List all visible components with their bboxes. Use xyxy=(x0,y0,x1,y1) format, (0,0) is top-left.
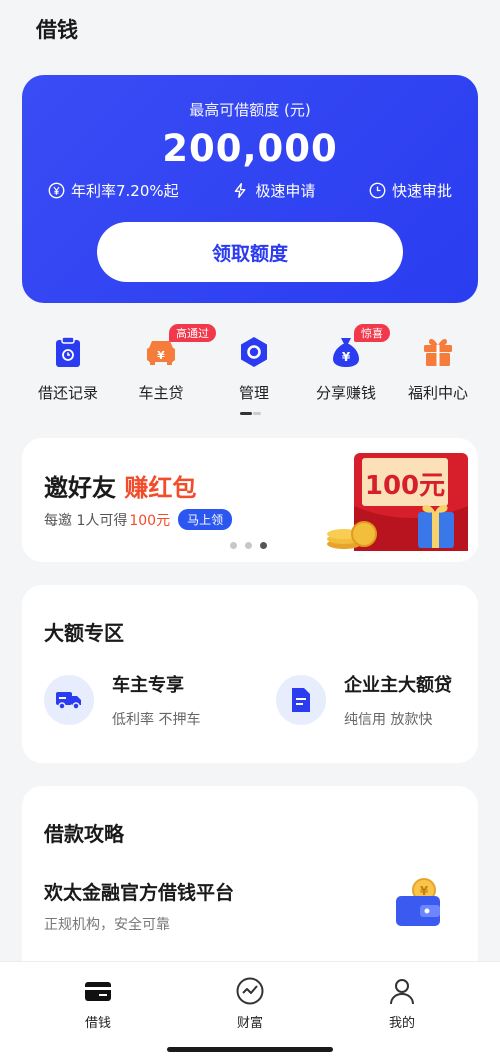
large-loan-section: 大额专区 车主专享 低利率 不押车 企业主大额贷 纯信用 放款快 xyxy=(22,585,478,763)
lightning-icon xyxy=(235,183,246,198)
tab-wealth[interactable]: 财富 xyxy=(200,976,300,1031)
quick-actions: 借还记录 ¥ 高通过 车主贷 管理 ¥ 惊喜 分享赚钱 福利中心 xyxy=(0,324,500,420)
home-indicator xyxy=(167,1047,333,1052)
clock-icon xyxy=(369,182,386,199)
section-title: 大额专区 xyxy=(44,621,124,645)
tab-mine[interactable]: 我的 xyxy=(352,976,452,1031)
red-envelope-illustration: 100元 xyxy=(327,453,468,551)
claim-now-button[interactable]: 马上领 xyxy=(178,509,233,530)
feature-rate-label: 年利率7.20%起 xyxy=(71,182,179,200)
hexagon-settings-icon xyxy=(236,334,272,370)
quick-label: 借还记录 xyxy=(37,384,98,402)
tab-label: 我的 xyxy=(388,1016,415,1031)
feature-fast-apply-label: 极速申请 xyxy=(255,182,316,200)
chart-circle-icon xyxy=(236,977,264,1005)
gift-icon xyxy=(420,334,456,370)
calendar-clipboard-icon xyxy=(50,334,86,370)
hero-features: 年利率7.20%起 极速申请 快速审批 xyxy=(48,180,452,201)
quick-item-manage[interactable]: 管理 xyxy=(204,330,304,403)
guide-item-title[interactable]: 欢太金融官方借钱平台 xyxy=(44,878,234,905)
credit-limit-label: 最高可借额度 (元) xyxy=(189,101,311,119)
quick-label: 管理 xyxy=(238,384,269,402)
svg-text:¥: ¥ xyxy=(157,349,165,362)
wallet-icon xyxy=(85,982,111,1001)
product-desc: 低利率 不押车 xyxy=(112,712,201,728)
claim-limit-button[interactable]: 领取额度 xyxy=(97,222,403,282)
product-name: 车主专享 xyxy=(112,675,184,696)
quick-label: 分享赚钱 xyxy=(315,384,376,402)
tab-label: 借钱 xyxy=(84,1016,111,1031)
tab-borrow[interactable]: 借钱 xyxy=(48,976,148,1031)
product-name: 企业主大额贷 xyxy=(344,675,452,696)
quick-item-share-earn[interactable]: ¥ 惊喜 分享赚钱 xyxy=(296,324,396,403)
quick-item-welfare-center[interactable]: 福利中心 xyxy=(388,330,488,403)
section-title: 借款攻略 xyxy=(44,822,124,846)
document-icon xyxy=(276,675,326,725)
envelope-amount: 100元 xyxy=(365,471,445,501)
product-car-owner[interactable]: 车主专享 低利率 不押车 xyxy=(44,675,200,729)
wallet-coin-icon: ¥ xyxy=(396,878,440,926)
svg-text:¥: ¥ xyxy=(342,350,351,364)
product-desc: 纯信用 放款快 xyxy=(344,712,433,728)
truck-icon xyxy=(44,675,94,725)
svg-text:¥: ¥ xyxy=(420,884,429,898)
credit-limit-card: 最高可借额度 (元) 200,000 年利率7.20%起 极速申请 快速审批 领… xyxy=(22,75,478,303)
surprise-badge: 惊喜 xyxy=(354,324,390,342)
credit-limit-amount: 200,000 xyxy=(162,127,338,170)
feature-fast-review-label: 快速审批 xyxy=(391,182,452,200)
quick-label: 车主贷 xyxy=(138,384,184,402)
invite-banner[interactable]: 邀好友 赚红包 每邀 1人可得 100元 马上领 100元 xyxy=(22,438,478,562)
profile-icon xyxy=(390,979,414,1005)
banner-pager xyxy=(230,542,267,549)
feature-fast-review: 快速审批 xyxy=(369,180,452,201)
product-business-owner[interactable]: 企业主大额贷 纯信用 放款快 xyxy=(276,675,452,729)
quick-item-car-loan[interactable]: ¥ 高通过 车主贷 xyxy=(111,324,216,403)
bottom-tab-bar: 借钱 财富 我的 xyxy=(0,961,500,1061)
page-title: 借钱 xyxy=(36,18,78,42)
guide-item-subtitle: 正规机构，安全可靠 xyxy=(44,917,170,933)
banner-title: 邀好友 赚红包 xyxy=(44,474,197,502)
loan-guide-section: 借款攻略 欢太金融官方借钱平台 正规机构，安全可靠 ¥ xyxy=(22,786,478,986)
tab-label: 财富 xyxy=(236,1016,263,1031)
banner-subtitle: 每邀 1人可得 100元 马上领 xyxy=(44,509,233,530)
feature-fast-apply: 极速申请 xyxy=(232,180,315,201)
quick-label: 福利中心 xyxy=(407,384,468,402)
feature-rate: 年利率7.20%起 xyxy=(48,180,179,201)
yuan-circle-icon xyxy=(48,182,65,199)
quick-item-repayment-records[interactable]: 借还记录 xyxy=(18,330,118,403)
quick-actions-pager xyxy=(240,412,262,415)
